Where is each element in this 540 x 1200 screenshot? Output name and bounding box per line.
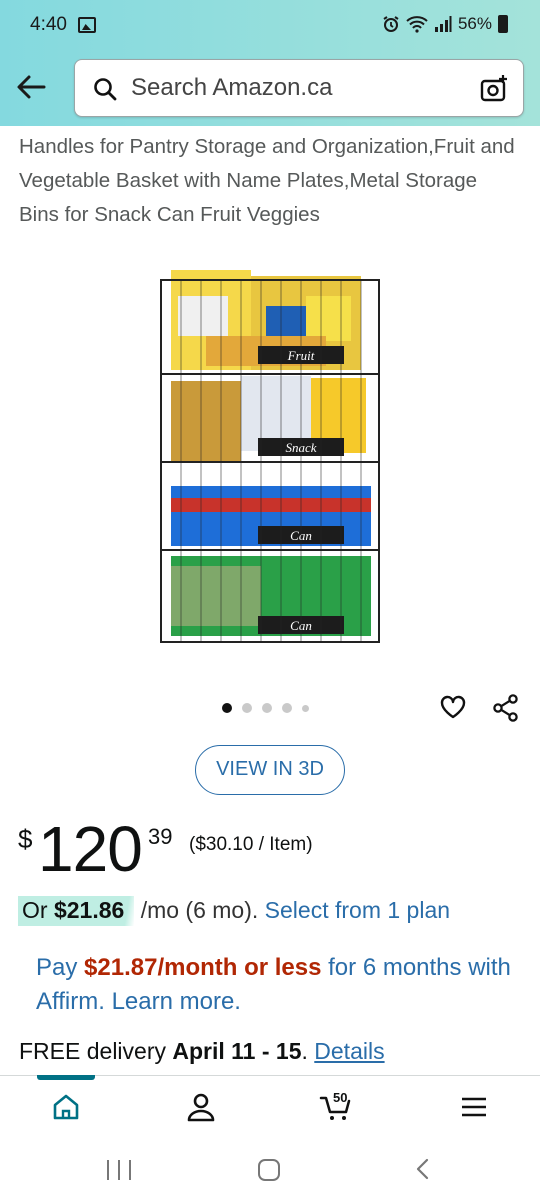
share-icon[interactable] bbox=[491, 693, 521, 723]
photo-icon bbox=[78, 17, 96, 33]
product-title: Handles for Pantry Storage and Organizat… bbox=[19, 135, 515, 226]
wifi-icon bbox=[406, 16, 428, 33]
shelf-can-green: Can bbox=[160, 549, 380, 643]
camera-search-icon[interactable] bbox=[479, 74, 509, 104]
heart-icon[interactable] bbox=[439, 693, 467, 721]
view-in-3d-button[interactable]: VIEW IN 3D bbox=[195, 745, 345, 795]
monthly-highlight: Or $21.86 bbox=[18, 896, 135, 926]
status-icons: 56% bbox=[382, 14, 508, 34]
product-image[interactable]: Fruit Snack Can Can bbox=[156, 266, 384, 652]
delivery-details-link[interactable]: Details bbox=[314, 1038, 384, 1064]
carousel-dot[interactable] bbox=[222, 703, 232, 713]
home-button-icon[interactable] bbox=[258, 1159, 280, 1181]
bottom-nav: 50 bbox=[0, 1075, 540, 1137]
shelf-can-blue: Can bbox=[160, 461, 380, 551]
monthly-plan: Or $21.86 /mo (6 mo). Select from 1 plan bbox=[18, 896, 450, 926]
signal-icon bbox=[434, 16, 452, 32]
affirm-financing[interactable]: Pay $21.87/month or less for 6 months wi… bbox=[36, 951, 516, 1019]
price-symbol: $ bbox=[18, 824, 33, 854]
cart-count-badge: 50 bbox=[333, 1090, 348, 1105]
affirm-amount: $21.87/month or less bbox=[84, 954, 322, 981]
affirm-pay: Pay bbox=[36, 954, 85, 981]
account-icon[interactable] bbox=[184, 1090, 218, 1124]
carousel-dot[interactable] bbox=[242, 703, 252, 713]
status-bar: 4:40 56% bbox=[0, 0, 540, 52]
carousel-dot[interactable] bbox=[302, 704, 309, 712]
delivery-info: FREE delivery April 11 - 15. Details bbox=[19, 1038, 385, 1065]
monthly-amount: $21.86 bbox=[53, 897, 125, 923]
monthly-term: /mo (6 mo). bbox=[134, 897, 265, 923]
back-arrow-icon[interactable] bbox=[14, 70, 48, 104]
system-back-icon[interactable] bbox=[410, 1156, 436, 1182]
shelf-snack: Snack bbox=[160, 373, 380, 463]
system-nav-bar bbox=[0, 1138, 540, 1200]
price-whole: 120 bbox=[38, 813, 143, 885]
shelf-fruit: Fruit bbox=[160, 270, 380, 375]
image-carousel-dots bbox=[222, 703, 309, 713]
home-icon[interactable] bbox=[49, 1090, 83, 1124]
unit-price: ($30.10 / Item) bbox=[189, 834, 313, 855]
monthly-prefix: Or bbox=[22, 897, 54, 923]
recent-apps-icon[interactable] bbox=[107, 1160, 131, 1180]
carousel-dot[interactable] bbox=[262, 703, 272, 713]
carousel-dot[interactable] bbox=[282, 703, 292, 713]
price-fraction: 39 bbox=[148, 824, 173, 849]
delivery-dates: April 11 - 15 bbox=[172, 1038, 302, 1064]
delivery-prefix: FREE delivery bbox=[19, 1038, 173, 1064]
battery-icon bbox=[498, 15, 508, 33]
menu-icon[interactable] bbox=[457, 1090, 491, 1124]
delivery-separator: . bbox=[301, 1038, 315, 1064]
select-plan-link[interactable]: Select from 1 plan bbox=[265, 897, 450, 923]
alarm-icon bbox=[383, 16, 399, 32]
search-placeholder: Search Amazon.ca bbox=[131, 74, 333, 101]
active-tab-indicator bbox=[37, 1075, 95, 1080]
status-time: 4:40 bbox=[30, 14, 67, 35]
search-icon bbox=[94, 78, 117, 101]
battery-percent: 56% bbox=[457, 14, 492, 33]
search-header: Search Amazon.ca bbox=[0, 52, 540, 126]
search-input[interactable]: Search Amazon.ca bbox=[74, 59, 524, 117]
